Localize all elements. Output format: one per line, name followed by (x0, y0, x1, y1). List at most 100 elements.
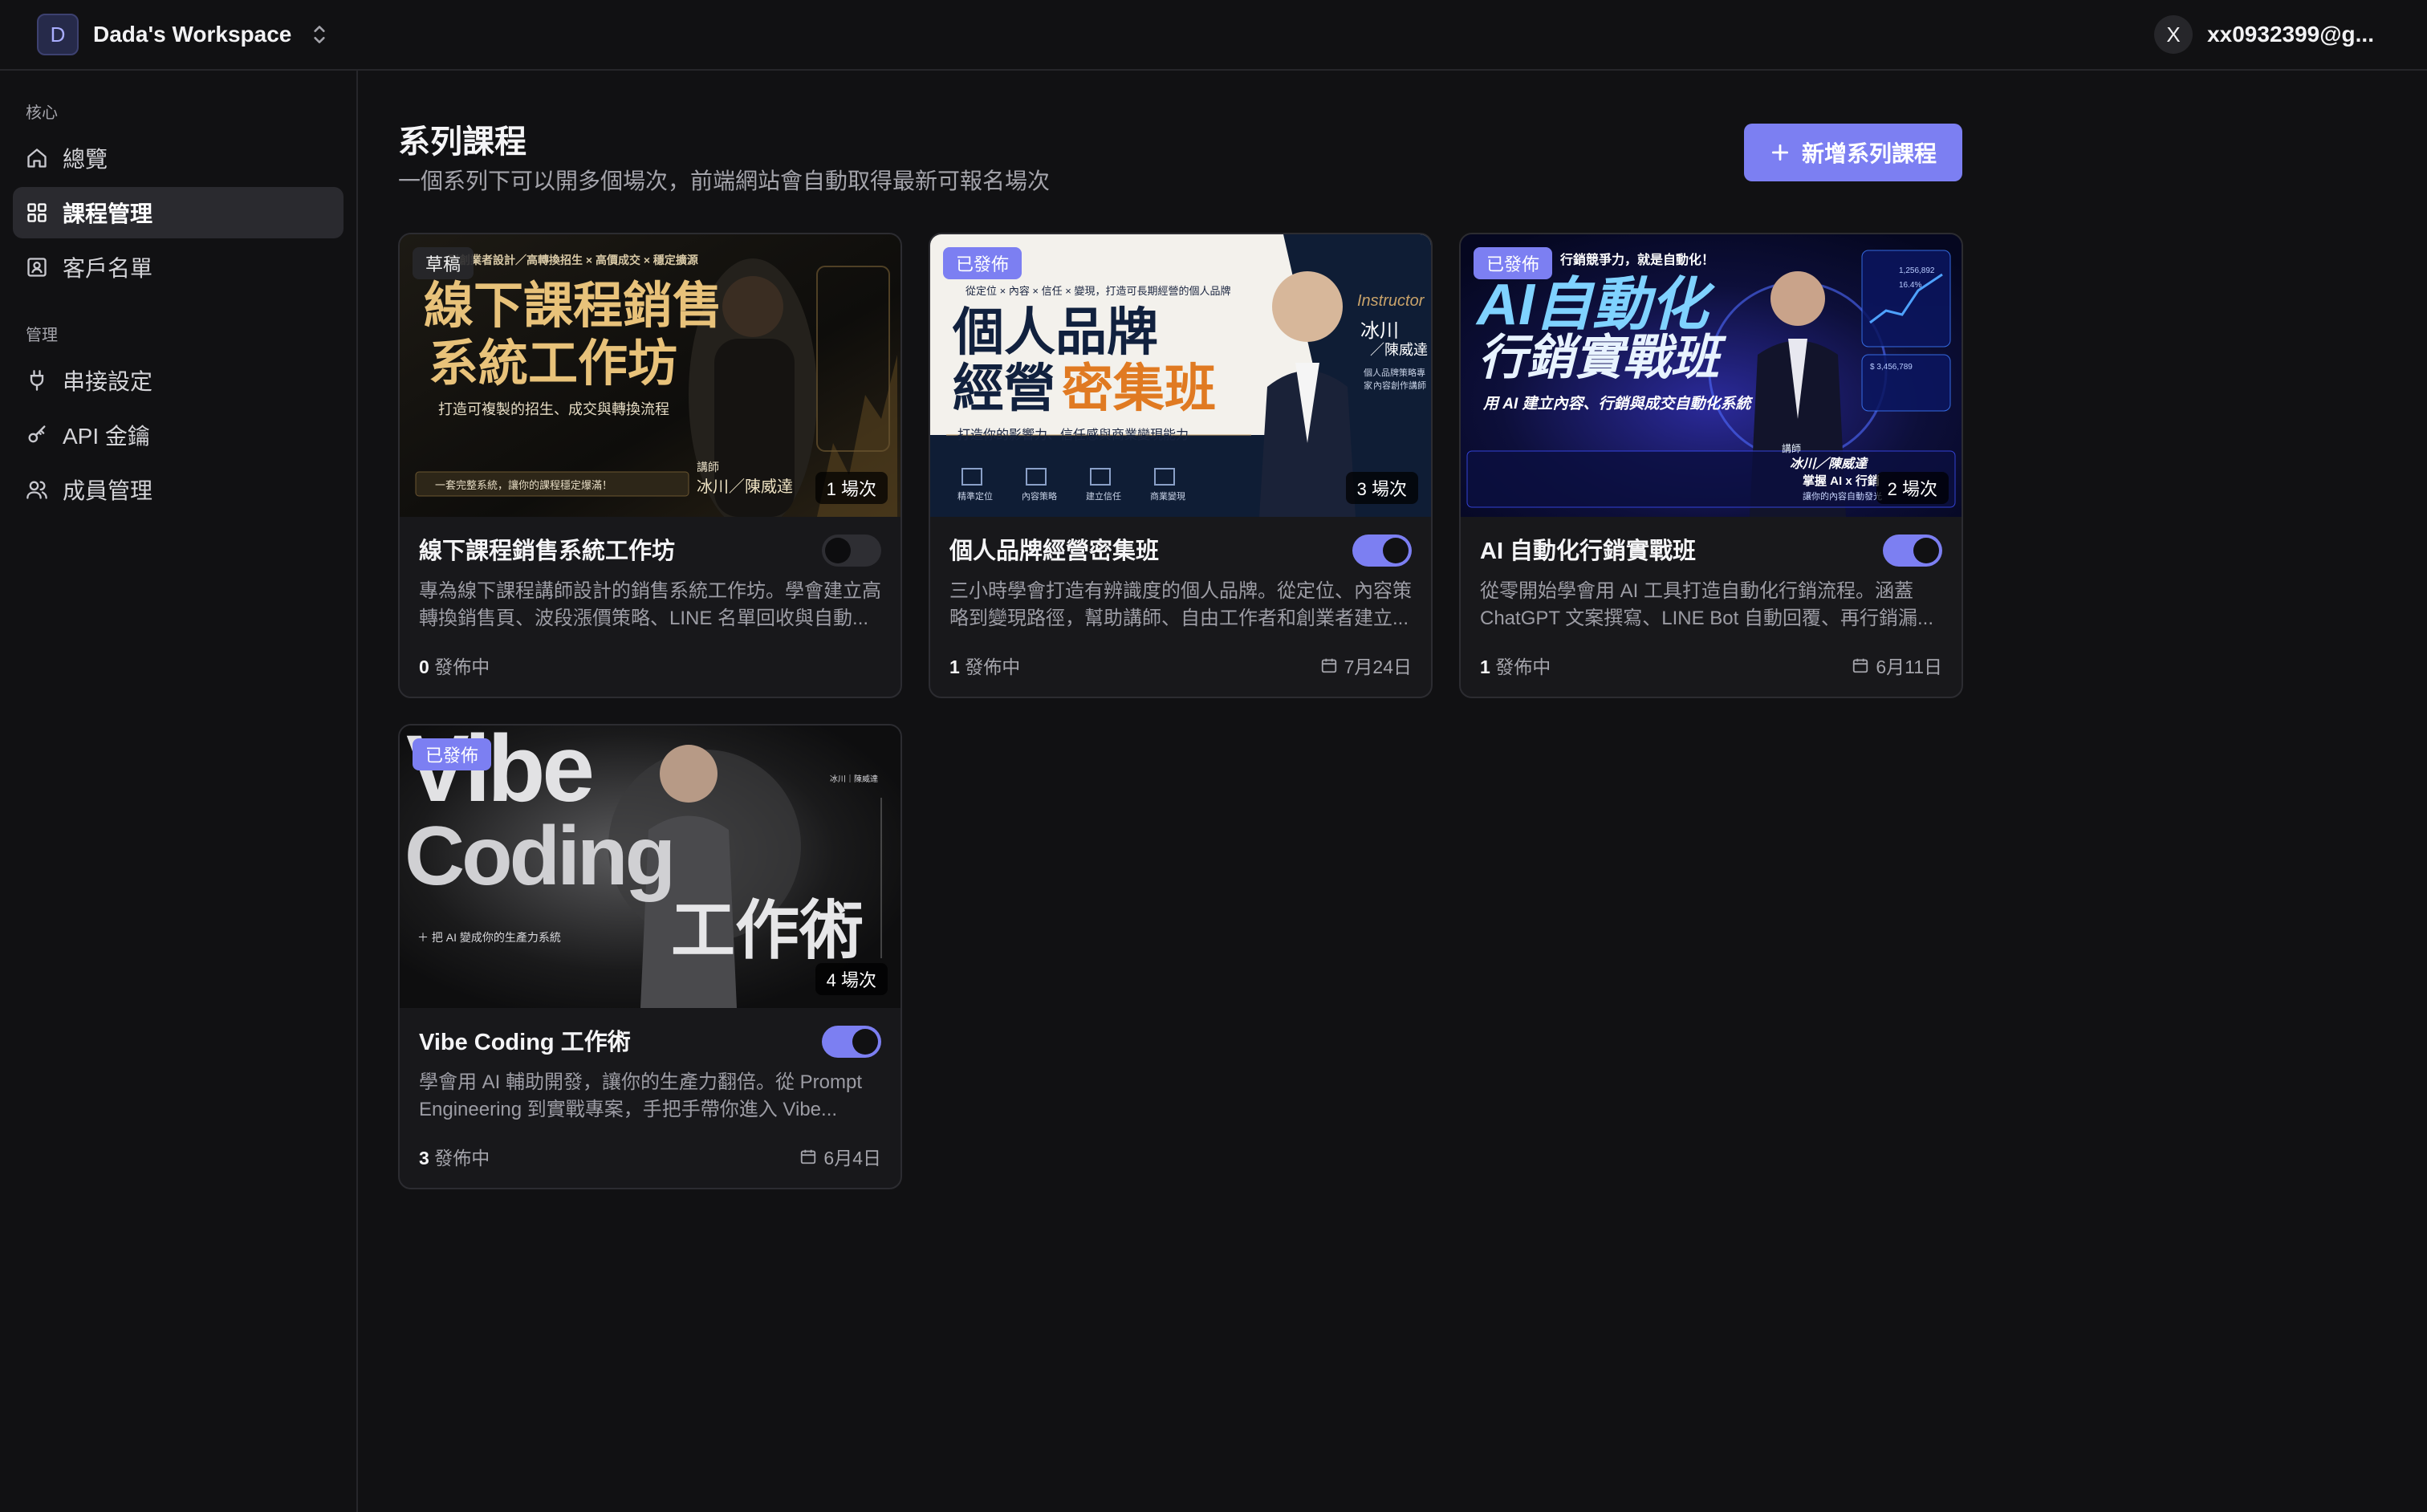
publish-toggle[interactable] (822, 1026, 881, 1058)
sidebar-item-integrations[interactable]: 串接設定 (13, 355, 344, 406)
contact-icon (27, 258, 47, 277)
cover-title-line2b: 密集班 (1062, 359, 1216, 419)
cover-title-line1: AI自動化 (1477, 273, 1709, 337)
cover-topline: 型創業者設計／高轉換招生 × 高價成交 × 穩定擴源 (448, 254, 698, 266)
cover-speaker: 冰川／陳威達 (1790, 457, 1868, 471)
course-cover-image: 型創業者設計／高轉換招生 × 高價成交 × 穩定擴源 線下課程銷售 系統工作坊 … (400, 234, 900, 517)
session-count-badge: 3 場次 (1345, 472, 1418, 504)
sidebar-item-customers[interactable]: 客戶名單 (13, 242, 344, 293)
calendar-icon (801, 1149, 816, 1164)
sidebar-item-api-keys[interactable]: API 金鑰 (13, 409, 344, 461)
course-date: 6月11日 (1852, 652, 1942, 679)
cover-title-line1: 線下課程銷售 (424, 276, 723, 335)
published-count: 0 發佈中 (419, 656, 490, 677)
sidebar: 核心 總覽 課程管理 客戶名單 管理 串接設定 API 金鑰 成員管理 (0, 71, 358, 1512)
course-cover-image: Vibe Coding 工作術 ＋ 把 AI 變成你的生產力系統 冰川｜陳威達 … (400, 726, 900, 1008)
add-series-course-button[interactable]: 新增系列課程 (1744, 124, 1962, 181)
cover-title-line2a: 經營 (953, 359, 1055, 419)
course-title: Vibe Coding 工作術 (419, 1030, 631, 1055)
course-title: 個人品牌經營密集班 (949, 539, 1160, 564)
status-badge: 已發佈 (413, 738, 492, 770)
publish-toggle[interactable] (1883, 534, 1942, 567)
course-date: 6月4日 (799, 1143, 881, 1170)
cover-cta2: 讓你的內容自動發光 (1803, 492, 1882, 502)
published-count: 1 發佈中 (1480, 656, 1551, 677)
add-button-label: 新增系列課程 (1801, 141, 1937, 166)
session-count-badge: 4 場次 (815, 963, 888, 995)
course-description: 三小時學會打造有辨識度的個人品牌。從定位、內容策略到變現路徑，幫助講師、自由工作… (949, 580, 1412, 629)
user-email: xx0932399@g... (2207, 22, 2374, 47)
sidebar-item-courses[interactable]: 課程管理 (13, 187, 344, 238)
cover-icon-label: 內容策略 (1022, 492, 1057, 502)
cover-stat1: 1,256,892 (1899, 266, 1935, 275)
cover-speaker-title: 講師 (697, 461, 719, 474)
cover-title-line2: Coding (404, 810, 676, 903)
cover-topline: 行銷競爭力，就是自動化！ (1560, 254, 1715, 267)
cover-title-line2: 系統工作坊 (429, 334, 678, 392)
user-avatar: X (2154, 15, 2193, 54)
sidebar-item-overview[interactable]: 總覽 (13, 132, 344, 184)
course-card[interactable]: 從定位 × 內容 × 信任 × 變現，打造可長期經營的個人品牌 個人品牌 經營 … (929, 233, 1433, 698)
chevron-up-down-icon (314, 26, 326, 43)
course-description: 從零開始學會用 AI 工具打造自動化行銷流程。涵蓋 ChatGPT 文案撰寫、L… (1480, 580, 1933, 629)
home-icon (27, 148, 47, 168)
session-count-badge: 1 場次 (815, 472, 888, 504)
users-icon (26, 481, 47, 499)
user-menu[interactable]: X xx0932399@g... (2154, 15, 2374, 54)
course-date: 7月24日 (1320, 652, 1412, 679)
publish-toggle[interactable] (822, 534, 881, 567)
cover-icon-label: 精準定位 (957, 492, 993, 502)
cover-topline: 從定位 × 內容 × 信任 × 變現，打造可長期經營的個人品牌 (966, 285, 1231, 297)
course-card[interactable]: Vibe Coding 工作術 ＋ 把 AI 變成你的生產力系統 冰川｜陳威達 … (398, 724, 902, 1189)
course-description: 專為線下課程講師設計的銷售系統工作坊。學會建立高轉換銷售頁、波段漲價策略、LIN… (419, 580, 881, 629)
cover-cjk-title: 工作術 (671, 892, 864, 968)
workspace-switcher[interactable]: D Dada's Workspace (37, 14, 330, 55)
sidebar-item-label: API 金鑰 (63, 424, 150, 449)
sidebar-item-label: 串接設定 (63, 369, 153, 394)
cover-speaker: 冰川／陳威達 (697, 478, 793, 496)
sidebar-item-label: 課程管理 (63, 201, 153, 226)
cover-cta: 掌握 AI x 行銷 (1803, 474, 1880, 488)
sidebar-item-members[interactable]: 成員管理 (13, 464, 344, 515)
sidebar-section-label-core: 核心 (26, 104, 58, 122)
published-count: 1 發佈中 (949, 656, 1021, 677)
course-card[interactable]: 行銷競爭力，就是自動化！ AI自動化 行銷實戰班 用 AI 建立內容、行銷與成交… (1459, 233, 1963, 698)
session-count-badge: 2 場次 (1876, 472, 1949, 504)
cover-stat2: $ 3,456,789 (1870, 363, 1913, 372)
cover-script: Instructor (1357, 292, 1425, 310)
sidebar-item-label: 客戶名單 (63, 256, 153, 281)
course-cover-image: 從定位 × 內容 × 信任 × 變現，打造可長期經營的個人品牌 個人品牌 經營 … (930, 234, 1431, 517)
top-bar: D Dada's Workspace X xx0932399@g... (0, 0, 2427, 71)
grid-icon (27, 203, 47, 222)
cover-bottom-note: 一套完整系統，讓你的課程穩定爆滿！ (435, 479, 613, 491)
cover-speaker-role2: 內容創作講師 (1373, 381, 1426, 391)
sidebar-section-label-manage: 管理 (26, 327, 58, 344)
course-card[interactable]: 型創業者設計／高轉換招生 × 高價成交 × 穩定擴源 線下課程銷售 系統工作坊 … (398, 233, 902, 698)
status-badge: 草稿 (413, 247, 474, 279)
course-title: 線下課程銷售系統工作坊 (419, 539, 676, 564)
workspace-avatar: D (37, 14, 79, 55)
publish-toggle[interactable] (1352, 534, 1412, 567)
calendar-icon (1853, 658, 1868, 673)
plug-icon (30, 370, 44, 391)
cover-title-line2: 行銷實戰班 (1478, 331, 1719, 384)
cover-tagline: 打造你的影響力、信任感與商業變現能力 (957, 429, 1189, 442)
course-title: AI 自動化行銷實戰班 (1480, 539, 1697, 564)
sidebar-item-label: 成員管理 (63, 478, 153, 503)
sidebar-item-label: 總覽 (63, 147, 108, 172)
page-subtitle: 一個系列下可以開多個場次，前端網站會自動取得最新可報名場次 (398, 169, 1051, 193)
calendar-icon (1321, 658, 1336, 673)
cover-stat3: 16.4% (1899, 281, 1922, 290)
status-badge: 已發佈 (943, 247, 1022, 279)
cover-title-line1: 個人品牌 (953, 303, 1158, 363)
page-title: 系列課程 (398, 124, 526, 160)
cover-speaker: 冰川｜陳威達 (830, 775, 878, 784)
course-cover-image: 行銷競爭力，就是自動化！ AI自動化 行銷實戰班 用 AI 建立內容、行銷與成交… (1461, 234, 1962, 517)
cover-tagline: 用 AI 建立內容、行銷與成交自動化系統 (1483, 396, 1751, 413)
cover-tagline: 打造可複製的招生、成交與轉換流程 (438, 401, 669, 417)
course-description: 學會用 AI 輔助開發，讓你的生產力翻倍。從 Prompt Engineerin… (419, 1071, 863, 1120)
cover-speaker2: ／陳威達 (1370, 342, 1428, 358)
cover-icon-label: 建立信任 (1086, 492, 1121, 502)
key-icon (28, 425, 46, 443)
status-badge: 已發佈 (1474, 247, 1553, 279)
